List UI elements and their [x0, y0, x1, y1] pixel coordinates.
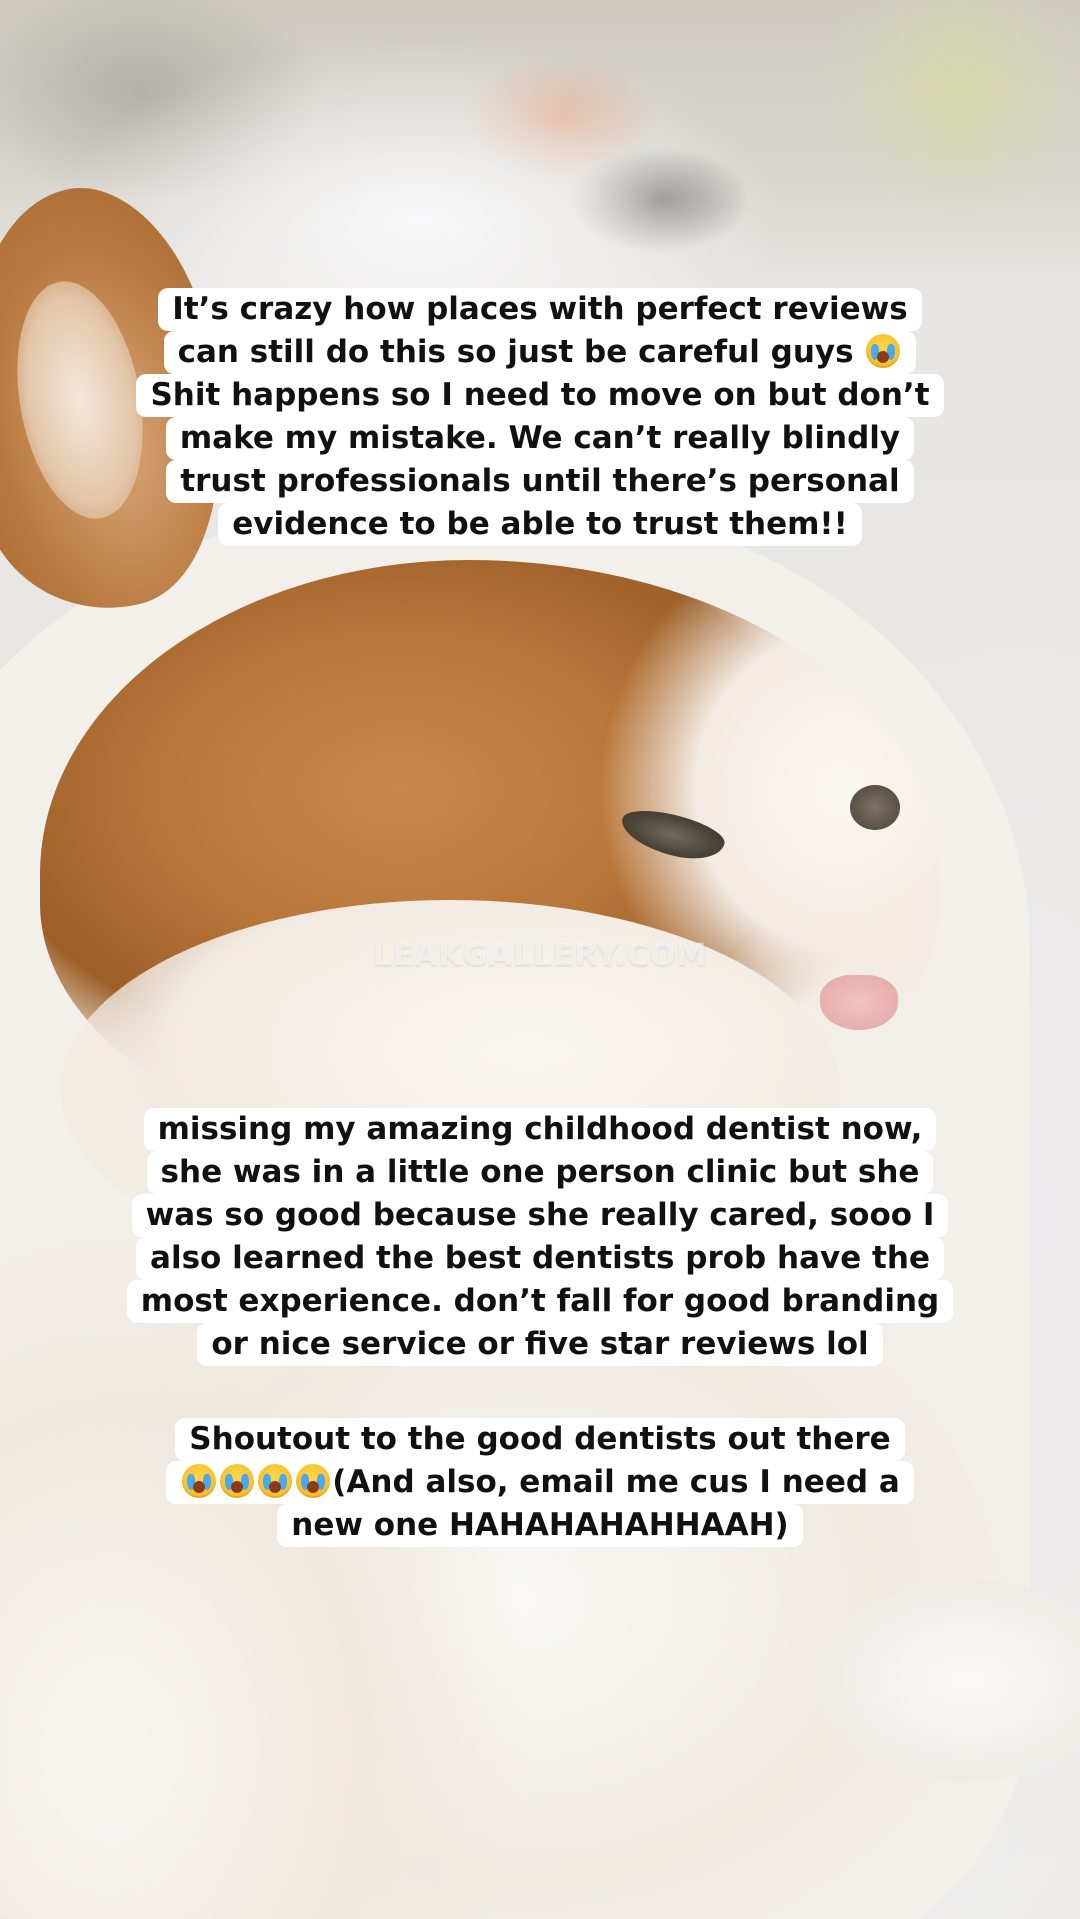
caption-line: new one HAHAHAHAHHAAH): [277, 1504, 803, 1547]
loudly-crying-face-icon: [296, 1464, 331, 1498]
caption-line: she was in a little one person clinic bu…: [146, 1151, 934, 1194]
cat-nose: [820, 975, 898, 1030]
caption-line: It’s crazy how places with perfect revie…: [158, 288, 922, 331]
loudly-crying-face-icon: [182, 1464, 217, 1498]
caption-block-2: missing my amazing childhood dentist now…: [0, 1108, 1080, 1366]
caption-line: was so good because she really cared, so…: [131, 1194, 949, 1237]
caption-line: (And also, email me cus I need a: [166, 1461, 914, 1504]
watermark: LEAKGALLERY.COM: [372, 938, 708, 973]
caption-line: trust professionals until there’s person…: [166, 460, 914, 503]
caption-line: Shoutout to the good dentists out there: [175, 1418, 905, 1461]
caption-line: missing my amazing childhood dentist now…: [143, 1108, 937, 1151]
cat-eye-far: [850, 785, 900, 830]
caption-block-1: It’s crazy how places with perfect revie…: [0, 288, 1080, 546]
caption-block-3: Shoutout to the good dentists out there …: [0, 1418, 1080, 1547]
loudly-crying-face-icon: [258, 1464, 293, 1498]
caption-line: also learned the best dentists prob have…: [136, 1237, 944, 1280]
caption-line: Shit happens so I need to move on but do…: [136, 374, 944, 417]
story-screen: It’s crazy how places with perfect revie…: [0, 0, 1080, 1919]
caption-line: evidence to be able to trust them!!: [218, 503, 862, 546]
loudly-crying-face-icon: [866, 334, 901, 368]
caption-line: or nice service or five star reviews lol: [197, 1323, 883, 1366]
caption-line: most experience. don’t fall for good bra…: [126, 1280, 954, 1323]
caption-line: can still do this so just be careful guy…: [163, 331, 917, 374]
loudly-crying-face-icon: [220, 1464, 255, 1498]
caption-line: make my mistake. We can’t really blindly: [165, 417, 915, 460]
